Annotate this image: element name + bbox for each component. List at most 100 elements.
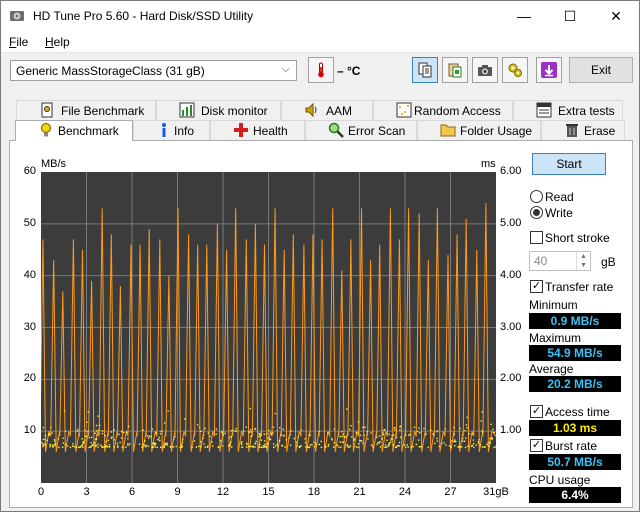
access-time-point	[493, 431, 495, 434]
access-time-point	[339, 436, 342, 438]
copy-clipboard-button[interactable]	[442, 57, 468, 83]
options-button[interactable]	[502, 57, 528, 83]
access-time-point	[169, 445, 172, 448]
exit-button[interactable]: Exit	[569, 57, 633, 83]
access-time-point	[94, 438, 97, 440]
access-time-point	[215, 433, 217, 435]
short-stroke-checkbox[interactable]	[530, 231, 543, 244]
tab-aam[interactable]: AAM	[281, 100, 373, 120]
x-tick-label: 18	[307, 486, 321, 498]
access-time-point	[158, 436, 160, 439]
tab-file-benchmark[interactable]: File Benchmark	[16, 100, 156, 120]
short-stroke-stepper[interactable]: 40 ▲ ▼	[529, 251, 591, 271]
screenshot-button[interactable]	[472, 57, 498, 83]
tab-benchmark[interactable]: Benchmark	[15, 120, 133, 141]
tab-folder-usage[interactable]: Folder Usage	[417, 120, 541, 140]
access-time-point	[95, 444, 97, 447]
random-access-icon	[396, 102, 412, 118]
access-time-point	[313, 445, 316, 448]
tab-health[interactable]: Health	[210, 120, 305, 140]
access-time-point	[81, 444, 84, 446]
access-time-point	[92, 444, 94, 446]
access-time-point	[52, 446, 54, 448]
access-time-point	[250, 431, 252, 433]
transfer-rate-checkbox[interactable]: ✓	[530, 280, 543, 293]
access-time-point	[386, 439, 388, 442]
access-time-point	[357, 421, 360, 423]
access-time-point	[152, 446, 154, 448]
save-button[interactable]	[536, 57, 562, 83]
health-cross-icon	[234, 123, 248, 137]
access-time-point	[394, 427, 396, 429]
access-time-point	[203, 443, 205, 445]
thermometer-icon	[318, 62, 324, 78]
minimize-button[interactable]: —	[501, 1, 547, 31]
access-time-point	[204, 427, 206, 430]
access-time-point	[121, 446, 123, 448]
access-time-point	[247, 445, 250, 448]
copy-clipboard-icon	[448, 63, 462, 78]
access-time-point	[330, 437, 333, 440]
access-time-point	[235, 430, 238, 432]
access-time-point	[110, 431, 113, 433]
menu-file[interactable]: File	[9, 35, 28, 49]
tab-extra-tests[interactable]: Extra tests	[513, 100, 623, 120]
access-time-point	[73, 445, 75, 448]
access-time-point	[461, 446, 463, 448]
y-left-tick-label: 40	[23, 268, 36, 281]
access-time-point	[101, 430, 104, 432]
access-time-point	[475, 444, 477, 446]
access-time-point	[492, 428, 494, 430]
access-time-point	[172, 446, 175, 448]
access-time-point	[181, 446, 183, 448]
start-button[interactable]: Start	[532, 153, 606, 175]
title-bar[interactable]: HD Tune Pro 5.60 - Hard Disk/SSD Utility…	[1, 1, 639, 31]
maximize-button[interactable]: ☐	[547, 1, 593, 31]
access-time-point	[463, 440, 466, 442]
benchmark-bulb-icon	[41, 123, 51, 137]
copy-info-button[interactable]	[412, 57, 438, 83]
access-time-point	[274, 412, 276, 415]
read-radio[interactable]	[530, 190, 543, 203]
close-button[interactable]: ✕	[593, 1, 639, 31]
tab-error-scan[interactable]: Error Scan	[305, 120, 417, 140]
drive-select[interactable]: Generic MassStorageClass (31 gB) ⌵	[10, 60, 297, 81]
tab-random-access[interactable]: Random Access	[373, 100, 513, 120]
access-time-point	[259, 443, 261, 446]
stepper-arrows-icon[interactable]: ▲ ▼	[576, 252, 590, 270]
access-time-point	[315, 443, 317, 445]
access-time-point	[480, 420, 482, 422]
access-time-point	[349, 428, 351, 431]
access-time-point	[49, 444, 52, 446]
access-time-point	[163, 446, 165, 449]
access-time-point	[202, 437, 204, 440]
screenshot-camera-icon	[478, 65, 492, 76]
access-time-point	[84, 439, 86, 441]
access-time-point	[153, 443, 155, 445]
y-right-tick-label: 1.00	[500, 424, 522, 437]
access-time-point	[454, 445, 456, 447]
access-time-point	[406, 444, 408, 446]
access-time-checkbox[interactable]: ✓	[530, 405, 543, 418]
tab-info[interactable]: Info	[133, 120, 210, 140]
burst-rate-checkbox[interactable]: ✓	[530, 439, 543, 452]
access-time-point	[382, 434, 384, 436]
menu-help[interactable]: Help	[45, 35, 70, 49]
access-time-point	[241, 443, 243, 446]
access-time-point	[93, 441, 95, 444]
access-time-point	[413, 426, 416, 428]
access-time-point	[320, 446, 323, 448]
save-download-icon	[541, 62, 557, 78]
temperature-button[interactable]	[308, 57, 334, 83]
access-time-point	[349, 445, 352, 447]
tab-disk-monitor[interactable]: Disk monitor	[156, 100, 281, 120]
access-time-point	[416, 430, 419, 433]
magnifier-icon	[328, 122, 344, 138]
access-time-point	[346, 444, 349, 446]
access-time-point	[107, 439, 110, 442]
access-time-point	[378, 435, 381, 437]
access-time-point	[230, 435, 232, 438]
write-radio[interactable]	[530, 206, 543, 219]
tab-erase[interactable]: Erase	[541, 120, 625, 140]
access-time-point	[370, 444, 373, 446]
